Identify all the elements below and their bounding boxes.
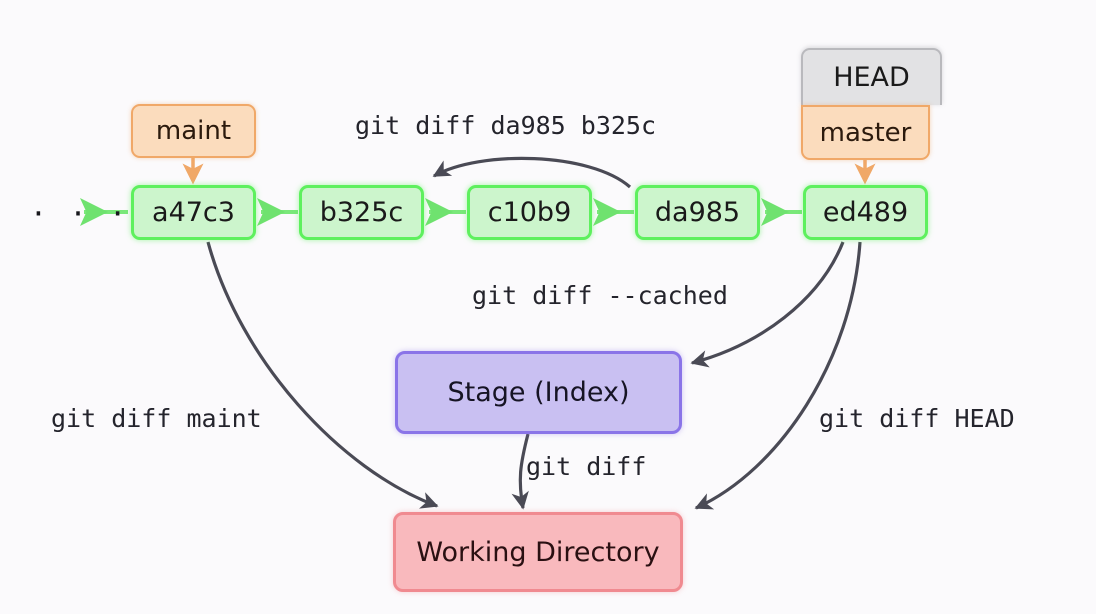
stage-label: Stage (Index) — [447, 377, 630, 408]
command-label-diff-range: git diff da985 b325c — [355, 111, 657, 140]
head-label: HEAD — [833, 62, 910, 93]
head-ref[interactable]: HEAD — [801, 48, 942, 105]
branch-label: maint — [155, 116, 232, 146]
commit-node-a47c3[interactable]: a47c3 — [131, 185, 256, 240]
diagram-canvas: · · · a47c3 b325c c10b9 da985 ed489 main… — [0, 0, 1096, 614]
arrow-diff-range — [432, 156, 632, 189]
commit-node-da985[interactable]: da985 — [635, 185, 760, 240]
commit-node-c10b9[interactable]: c10b9 — [467, 185, 592, 240]
command-label-diff-plain: git diff — [526, 452, 647, 481]
branch-ref-maint[interactable]: maint — [131, 104, 256, 158]
commit-label: ed489 — [822, 197, 909, 228]
command-label-diff-cached: git diff --cached — [472, 281, 728, 310]
commit-label: da985 — [654, 197, 741, 228]
history-ellipsis: · · · — [33, 194, 133, 234]
commit-label: b325c — [319, 197, 404, 228]
commit-node-b325c[interactable]: b325c — [299, 185, 424, 240]
command-label-diff-head: git diff HEAD — [819, 404, 1015, 433]
commit-label: c10b9 — [487, 197, 572, 228]
workdir-label: Working Directory — [416, 536, 660, 568]
branch-label: master — [819, 117, 912, 148]
stage-index-node[interactable]: Stage (Index) — [395, 351, 682, 434]
working-directory-node[interactable]: Working Directory — [393, 512, 683, 592]
branch-ref-master[interactable]: master — [801, 105, 930, 160]
commit-label: a47c3 — [152, 197, 235, 228]
command-label-diff-maint: git diff maint — [51, 404, 262, 433]
commit-node-ed489[interactable]: ed489 — [803, 185, 928, 240]
ref-pointer-arrows — [182, 158, 876, 185]
